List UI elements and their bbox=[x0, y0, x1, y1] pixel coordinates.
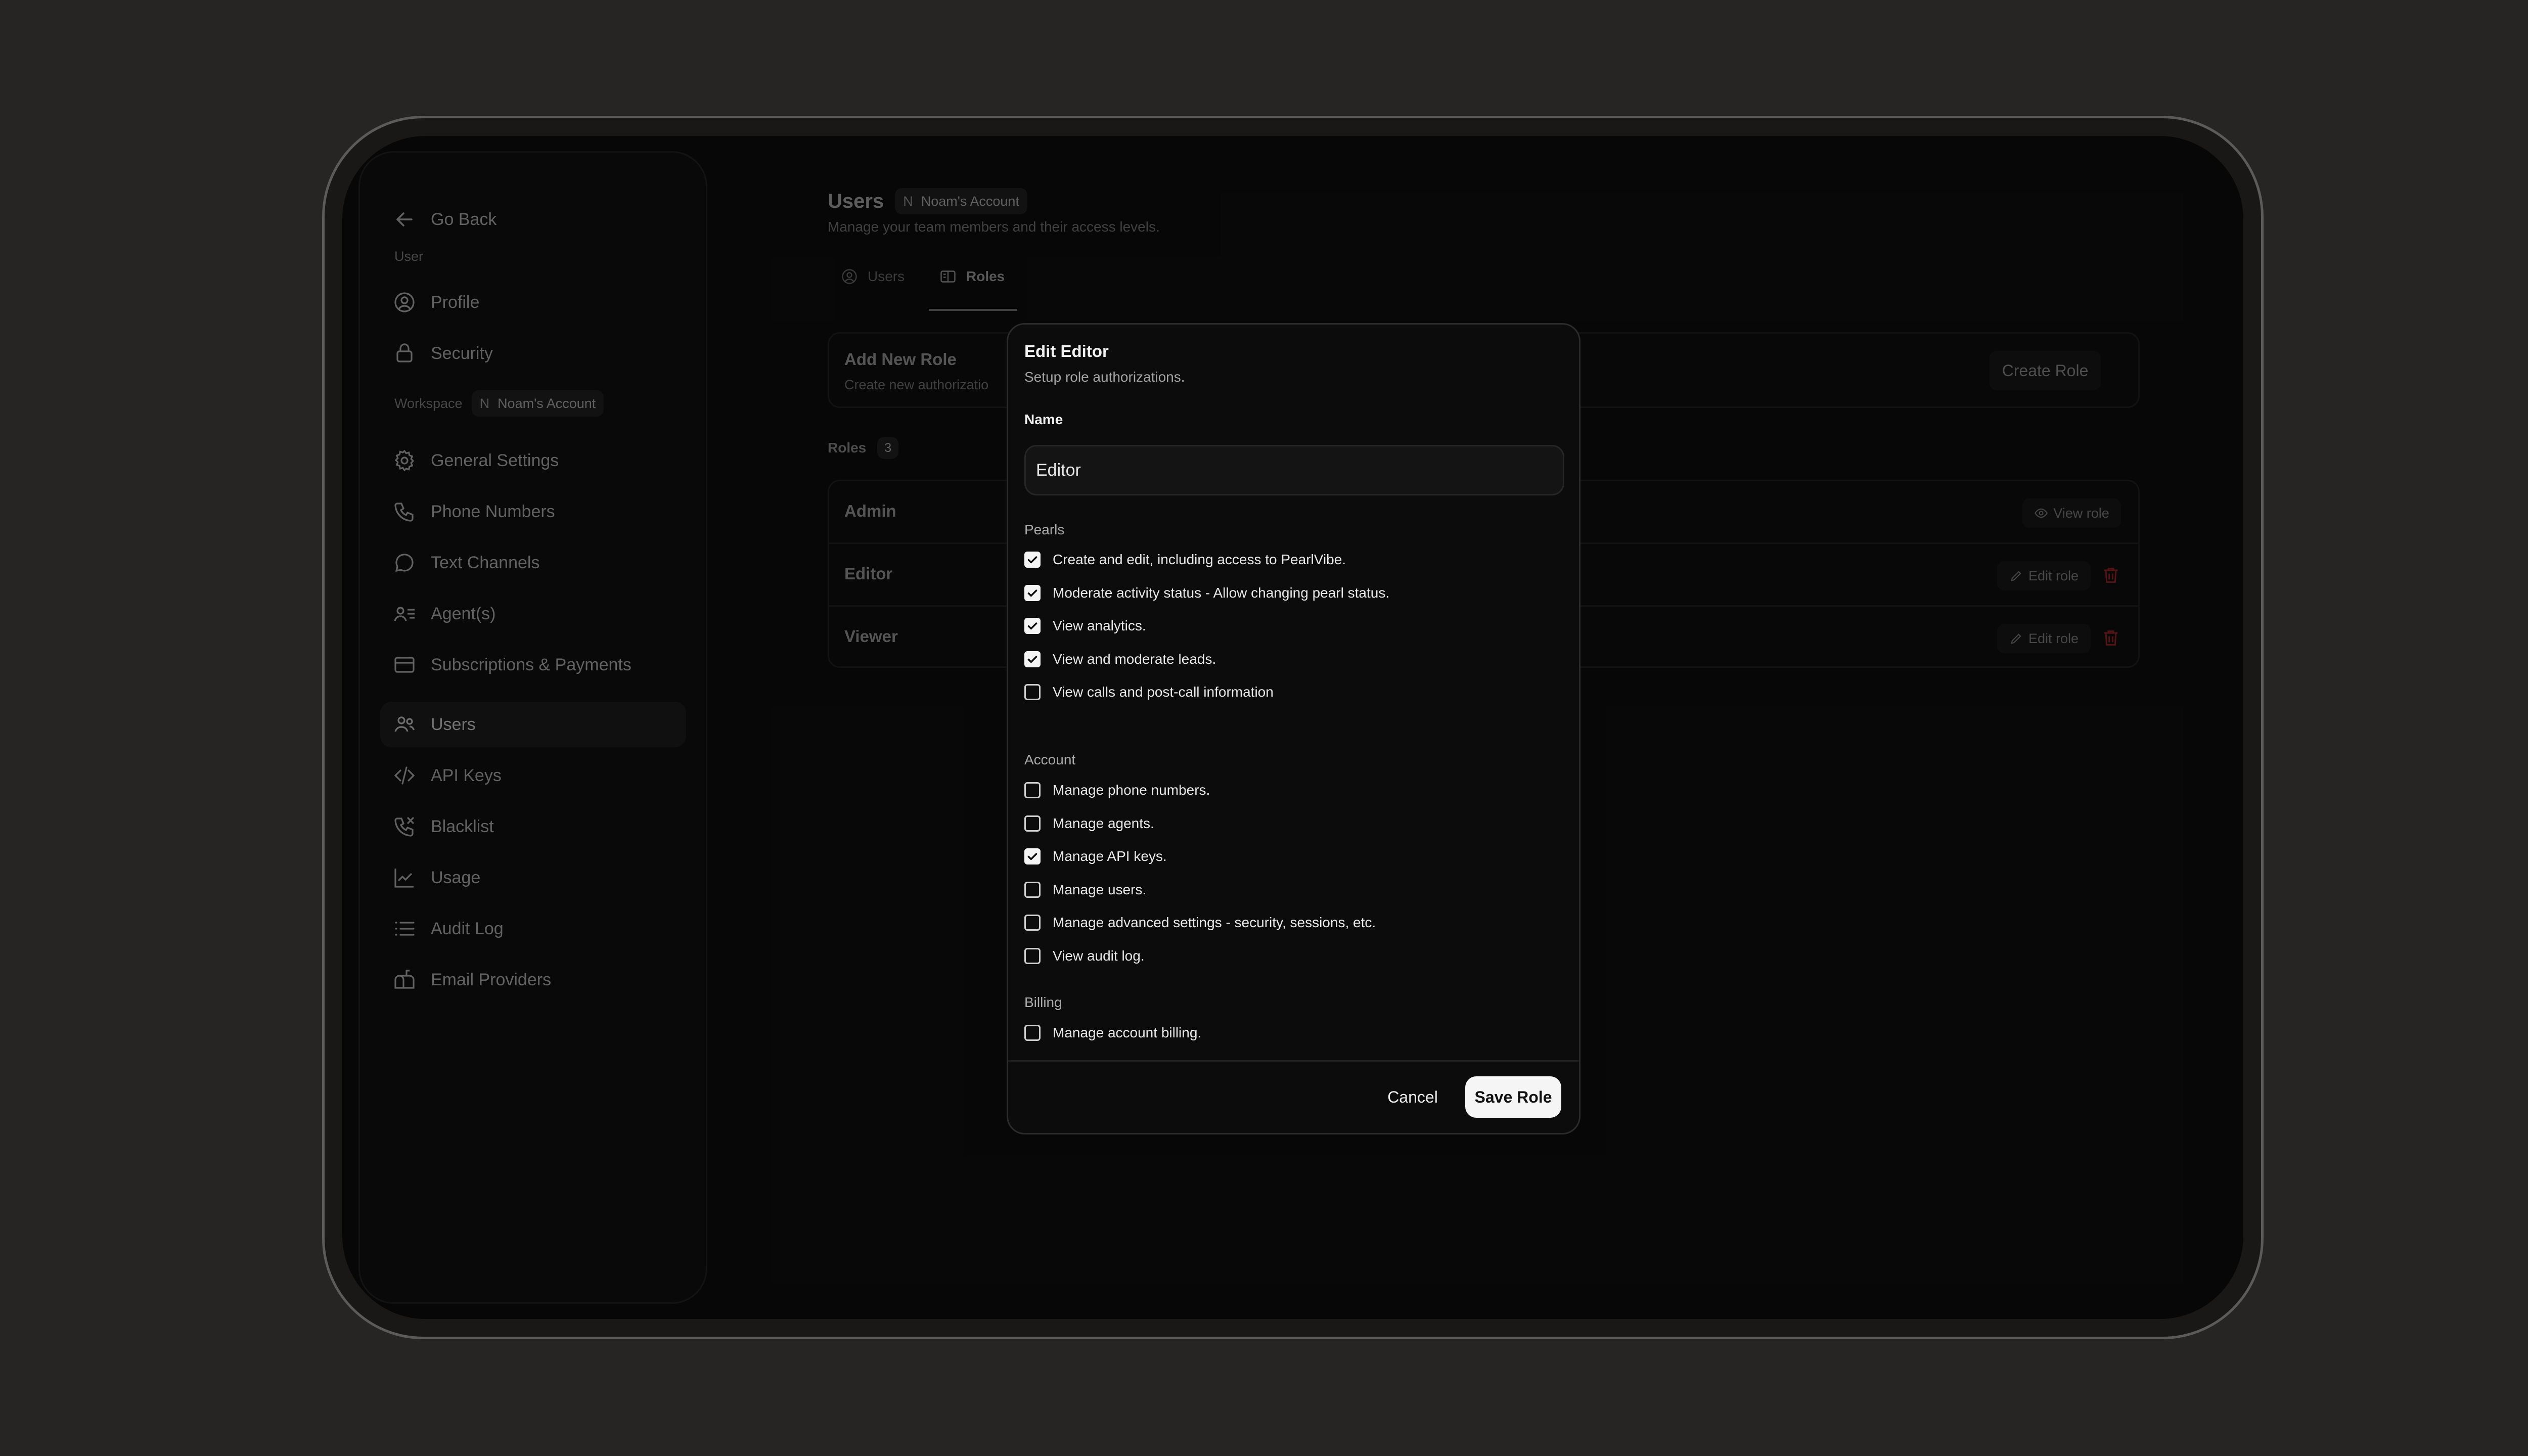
permission-label: View analytics. bbox=[1053, 618, 1146, 634]
permission-label: Manage API keys. bbox=[1053, 848, 1167, 864]
permission-row[interactable]: Create and edit, including access to Pea… bbox=[1024, 547, 1346, 572]
permission-label: Manage advanced settings - security, ses… bbox=[1053, 915, 1376, 931]
checkbox-checked[interactable] bbox=[1024, 848, 1041, 865]
checkbox-unchecked[interactable] bbox=[1024, 1025, 1041, 1041]
permission-row[interactable]: Manage agents. bbox=[1024, 811, 1154, 836]
permission-label: Manage agents. bbox=[1053, 815, 1154, 831]
checkbox-unchecked[interactable] bbox=[1024, 684, 1041, 701]
checkbox-checked[interactable] bbox=[1024, 618, 1041, 634]
permission-label: View and moderate leads. bbox=[1053, 651, 1216, 667]
permission-label: View audit log. bbox=[1053, 948, 1145, 964]
dialog-footer-divider bbox=[1008, 1060, 1579, 1062]
permission-section-title: Pearls bbox=[1024, 522, 1065, 537]
permission-row[interactable]: Manage API keys. bbox=[1024, 844, 1167, 869]
checkbox-unchecked[interactable] bbox=[1024, 915, 1041, 931]
save-role-button[interactable]: Save Role bbox=[1465, 1076, 1561, 1118]
checkbox-unchecked[interactable] bbox=[1024, 948, 1041, 964]
checkbox-unchecked[interactable] bbox=[1024, 782, 1041, 798]
permission-row[interactable]: View audit log. bbox=[1024, 943, 1145, 969]
permission-row[interactable]: View calls and post-call information bbox=[1024, 679, 1274, 705]
dialog-subtitle: Setup role authorizations. bbox=[1024, 369, 1185, 385]
permission-row[interactable]: Manage phone numbers. bbox=[1024, 778, 1210, 803]
checkbox-checked[interactable] bbox=[1024, 651, 1041, 667]
checkbox-unchecked[interactable] bbox=[1024, 881, 1041, 898]
checkbox-unchecked[interactable] bbox=[1024, 815, 1041, 832]
role-name-input[interactable] bbox=[1024, 445, 1564, 495]
permission-label: Manage account billing. bbox=[1053, 1025, 1202, 1040]
permission-label: Manage users. bbox=[1053, 881, 1147, 897]
app-screen: Go Back User Profile Security Workspace … bbox=[342, 136, 2243, 1319]
permission-row[interactable]: Manage advanced settings - security, ses… bbox=[1024, 910, 1376, 935]
permission-label: Moderate activity status - Allow changin… bbox=[1053, 584, 1390, 601]
dialog-title: Edit Editor bbox=[1024, 342, 1109, 360]
edit-role-dialog: Edit Editor Setup role authorizations. N… bbox=[1007, 323, 1581, 1134]
permission-label: Create and edit, including access to Pea… bbox=[1053, 552, 1346, 567]
checkbox-checked[interactable] bbox=[1024, 584, 1041, 601]
permission-row[interactable]: View and moderate leads. bbox=[1024, 647, 1216, 672]
name-field-label: Name bbox=[1024, 412, 1063, 427]
permission-label: View calls and post-call information bbox=[1053, 684, 1274, 700]
permission-section-title: Billing bbox=[1024, 994, 1062, 1010]
permission-row[interactable]: View analytics. bbox=[1024, 613, 1146, 639]
permission-row[interactable]: Manage users. bbox=[1024, 877, 1146, 902]
cancel-button[interactable]: Cancel bbox=[1377, 1076, 1448, 1118]
permission-section-title: Account bbox=[1024, 752, 1076, 767]
permission-label: Manage phone numbers. bbox=[1053, 782, 1210, 798]
checkbox-checked[interactable] bbox=[1024, 552, 1041, 568]
permission-row[interactable]: Moderate activity status - Allow changin… bbox=[1024, 580, 1389, 606]
permission-row[interactable]: Manage account billing. bbox=[1024, 1020, 1201, 1045]
